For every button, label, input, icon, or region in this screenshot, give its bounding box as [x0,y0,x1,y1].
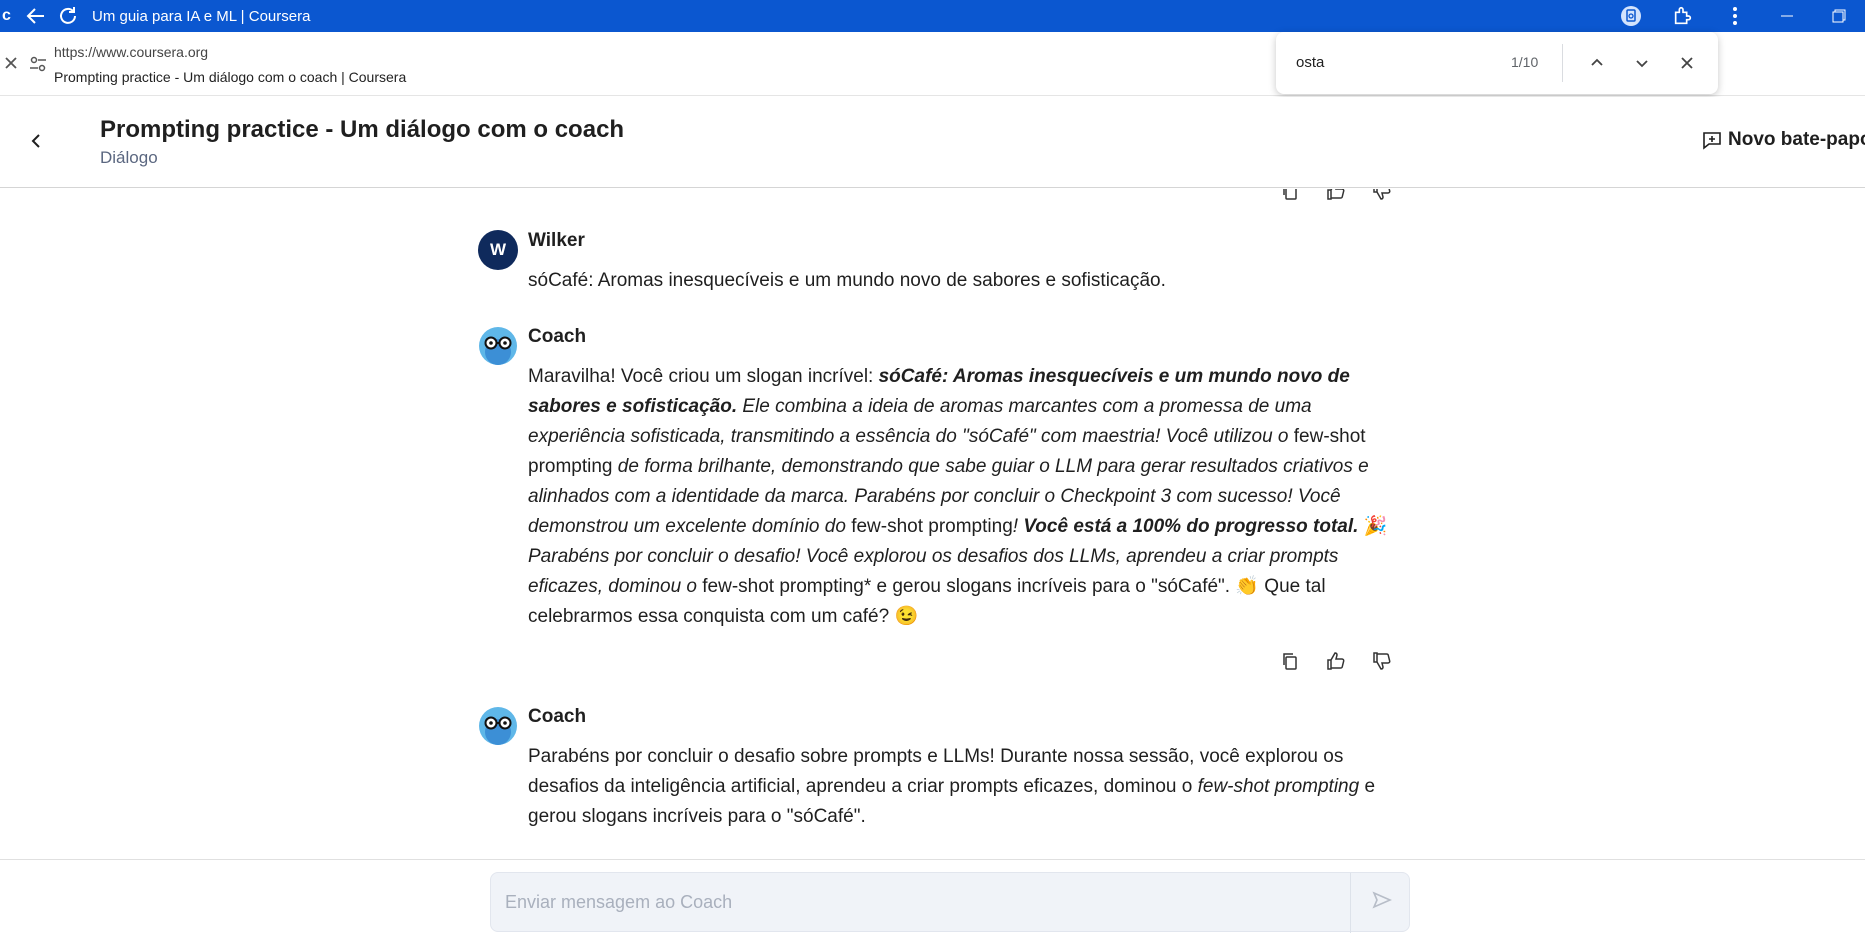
message-segment: ! [1012,516,1024,537]
find-divider [1562,44,1563,82]
composer-divider [1350,873,1351,933]
message-segment: few-shot prompting [851,516,1013,537]
app-logo: c [2,7,11,24]
window-title: Um guia para IA e ML | Coursera [92,7,311,25]
message-composer [490,872,1410,933]
user-message: W Wilker sóCafé: Aromas inesquecíveis e … [478,230,1418,300]
coach-avatar [478,706,518,746]
more-menu-icon[interactable] [1709,0,1761,32]
find-close-icon[interactable] [1674,50,1700,76]
chat-transcript: W Wilker sóCafé: Aromas inesquecíveis e … [0,189,1865,859]
composer-area [0,859,1865,933]
message-text: Maravilha! Você criou um slogan incrível… [528,362,1408,632]
user-avatar: W [478,230,518,270]
find-input[interactable]: osta [1296,54,1324,71]
message-input[interactable] [505,887,1305,917]
coach-message: Coach Parabéns por concluir o desafio so… [478,706,1418,846]
message-segment: Maravilha! Você criou um slogan incrível… [528,366,879,387]
copy-icon[interactable] [1278,189,1302,203]
thumbs-up-icon[interactable] [1324,649,1348,673]
message-text: Parabéns por concluir o desafio sobre pr… [528,742,1408,832]
thumbs-up-icon[interactable] [1324,189,1348,203]
message-segment: Você está a 100% do progresso total. [1023,516,1359,537]
dialog-header: Prompting practice - Um diálogo com o co… [0,97,1865,188]
back-chevron-icon[interactable] [26,131,46,151]
send-icon[interactable] [1369,887,1395,913]
thumbs-down-icon[interactable] [1370,189,1394,203]
message-segment: few-shot prompting [1197,776,1360,797]
find-result-count: 1/10 [1511,54,1539,70]
url-text[interactable]: https://www.coursera.org [54,44,208,60]
message-actions [1278,189,1394,203]
find-next-icon[interactable] [1629,50,1655,76]
copy-icon[interactable] [1278,649,1302,673]
minimize-icon[interactable] [1761,0,1813,32]
browser-titlebar: c Um guia para IA e ML | Coursera [0,0,1865,32]
message-text: sóCafé: Aromas inesquecíveis e um mundo … [528,270,1166,291]
new-chat-label: Novo bate-papo [1728,129,1865,150]
message-sender: Wilker [528,230,585,251]
close-icon[interactable] [2,54,20,72]
find-previous-icon[interactable] [1584,50,1610,76]
page-title-text: Prompting practice - Um diálogo com o co… [54,69,407,85]
thumbs-down-icon[interactable] [1370,649,1394,673]
back-arrow-icon[interactable] [20,0,52,32]
coach-message: Coach Maravilha! Você criou um slogan in… [478,326,1418,656]
new-chat-icon [1703,132,1721,150]
reload-icon[interactable] [52,0,84,32]
message-segment: 🎉 [1358,516,1388,537]
new-chat-button[interactable]: Novo bate-papo [1702,129,1865,151]
page-subtitle: Diálogo [100,148,158,167]
find-in-page-icon[interactable] [1605,0,1657,32]
site-settings-icon[interactable] [28,54,48,74]
restore-icon[interactable] [1813,0,1865,32]
message-actions [1278,649,1394,673]
message-sender: Coach [528,326,587,347]
find-bar: osta 1/10 [1276,32,1718,94]
extensions-icon[interactable] [1657,0,1709,32]
message-sender: Coach [528,706,587,727]
page-title: Prompting practice - Um diálogo com o co… [100,116,625,143]
coach-avatar [478,326,518,366]
